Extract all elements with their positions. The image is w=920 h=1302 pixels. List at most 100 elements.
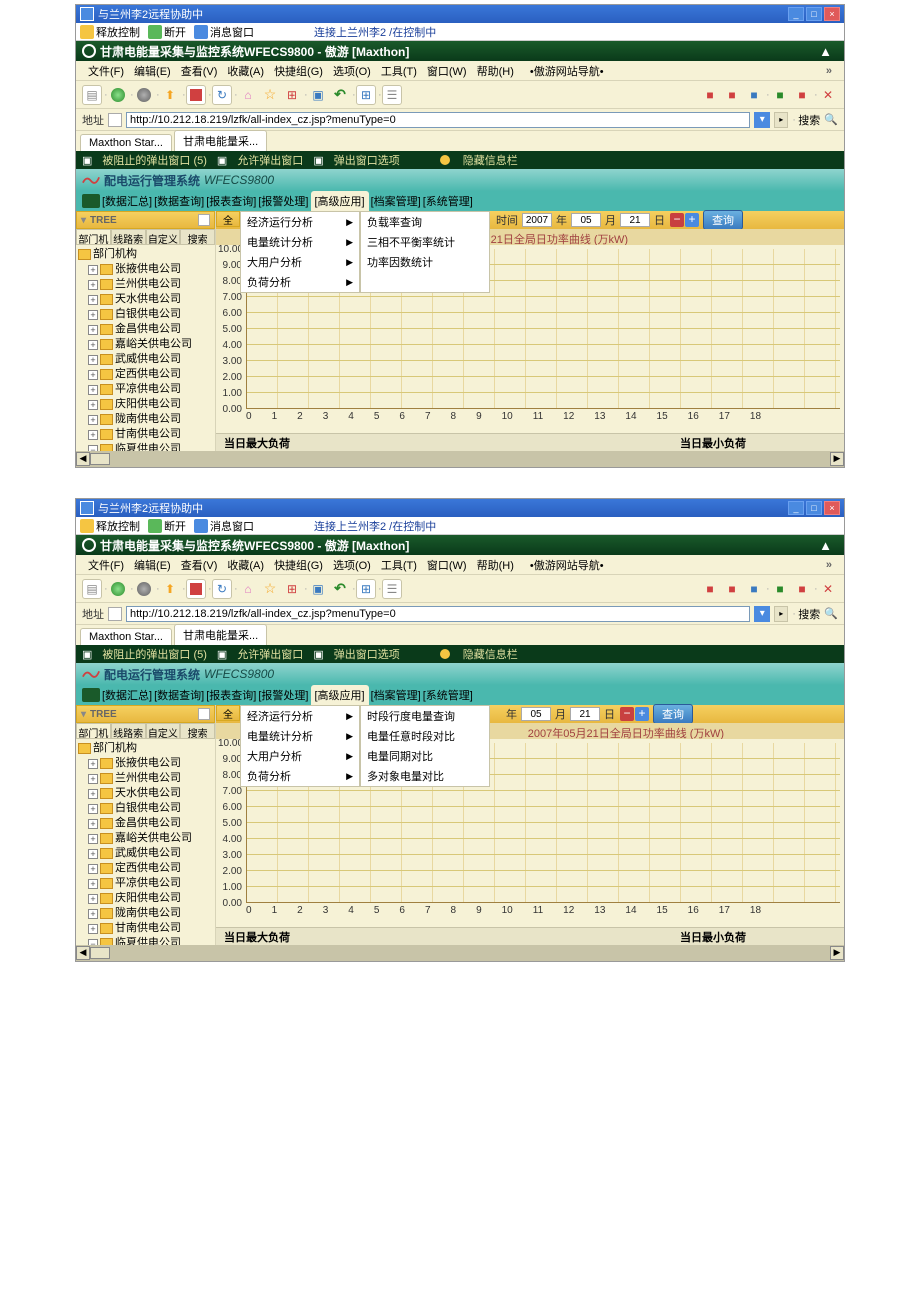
tile-button[interactable]: ⊞ [356,85,376,105]
step-plus[interactable]: + [635,707,649,721]
menu-tool[interactable]: 工具(T) [377,61,421,81]
ttab-3[interactable]: 搜索 [180,229,215,245]
sm-3[interactable]: [报警处理] [258,193,308,209]
tool-d[interactable]: ■ [770,85,790,105]
tree-root[interactable]: 部门机构 [78,741,213,756]
expand-icon[interactable]: + [88,924,98,934]
h-scrollbar[interactable]: ◀ ▶ [76,451,844,467]
expand-icon[interactable]: + [88,340,98,350]
tool-b[interactable]: ■ [722,85,742,105]
expand-icon[interactable]: + [88,430,98,440]
tree-item[interactable]: −临夏供电公司 [78,936,213,945]
expand-icon[interactable]: + [88,909,98,919]
disconnect[interactable]: 断开 [164,518,186,534]
stop-button[interactable] [186,85,206,105]
go-dropdown[interactable]: ▸ [774,606,788,622]
url-input[interactable] [126,606,750,622]
expand-icon[interactable]: + [88,385,98,395]
ttab-1[interactable]: 线路索引 [111,229,146,245]
menu-fav[interactable]: 收藏(A) [223,61,268,81]
go-dropdown[interactable]: ▸ [774,112,788,128]
tool-c[interactable]: ■ [744,85,764,105]
stop-button[interactable] [186,579,206,599]
menu-view[interactable]: 查看(V) [177,61,222,81]
dd1-2[interactable]: 大用户分析▶ [241,746,359,766]
message-window[interactable]: 消息窗口 [210,24,254,40]
close-button[interactable]: × [824,501,840,515]
menu-fav[interactable]: 收藏(A) [223,555,268,575]
undo-button[interactable]: ↶ [330,579,350,599]
step-plus[interactable]: + [685,213,699,227]
expand-icon[interactable]: + [88,864,98,874]
menu-group[interactable]: 快捷组(G) [270,61,327,81]
expand-icon[interactable]: + [88,789,98,799]
tree-item[interactable]: +平凉供电公司 [78,876,213,891]
tree-item[interactable]: +庆阳供电公司 [78,397,213,412]
tree-item[interactable]: +武威供电公司 [78,846,213,861]
back-button[interactable] [108,85,128,105]
tree-item[interactable]: +嘉峪关供电公司 [78,337,213,352]
expand-icon[interactable]: + [88,834,98,844]
popup-options[interactable]: 弹出窗口选项 [334,646,400,662]
tree-item[interactable]: +天水供电公司 [78,292,213,307]
dd1-2[interactable]: 大用户分析▶ [241,252,359,272]
fav-button[interactable]: ☆ [260,85,280,105]
menu-file[interactable]: 文件(F) [84,61,128,81]
expand-icon[interactable]: − [88,445,98,452]
scroll-left-button[interactable]: ◀ [76,452,90,466]
tab-1[interactable]: Maxthon Star... [80,628,172,645]
tool-e[interactable]: ■ [792,579,812,599]
tool-a[interactable]: ■ [700,579,720,599]
hide-infobar[interactable]: 隐藏信息栏 [463,152,518,168]
home-button[interactable]: ⌂ [238,579,258,599]
window-button[interactable]: ▣ [308,579,328,599]
url-input[interactable] [126,112,750,128]
sm-1[interactable]: [数据查询] [154,687,204,703]
dd1-1[interactable]: 电量统计分析▶ [241,726,359,746]
sm-2[interactable]: [报表查询] [206,193,256,209]
expand-icon[interactable]: + [88,804,98,814]
expand-icon[interactable]: + [88,325,98,335]
refresh-button[interactable]: ↻ [212,85,232,105]
sm-4[interactable]: [高级应用] [311,191,369,211]
menu-group[interactable]: 快捷组(G) [270,555,327,575]
sm-5[interactable]: [档案管理] [371,687,421,703]
tree-item[interactable]: +定西供电公司 [78,861,213,876]
expand-icon[interactable]: + [88,774,98,784]
step-minus[interactable]: − [670,213,684,227]
popup-blocked[interactable]: 被阻止的弹出窗口 (5) [102,646,207,662]
sm-0[interactable]: [数据汇总] [102,193,152,209]
popup-blocked[interactable]: 被阻止的弹出窗口 (5) [102,152,207,168]
sm-1[interactable]: [数据查询] [154,193,204,209]
query-button[interactable]: 查询 [653,704,693,724]
expand-icon[interactable]: + [88,280,98,290]
minimize-button[interactable]: _ [788,7,804,21]
tree-item[interactable]: +金昌供电公司 [78,322,213,337]
expand-icon[interactable]: + [88,849,98,859]
dd2b-0[interactable]: 时段行度电量查询 [361,706,489,726]
tree-item[interactable]: +甘南供电公司 [78,921,213,936]
go-button[interactable]: ▾ [754,606,770,622]
sm-0[interactable]: [数据汇总] [102,687,152,703]
tree-item[interactable]: +兰州供电公司 [78,771,213,786]
message-window[interactable]: 消息窗口 [210,518,254,534]
scroll-right-button[interactable]: ▶ [830,946,844,960]
sm-6[interactable]: [系统管理] [423,687,473,703]
query-button[interactable]: 查询 [703,210,743,230]
tab-2[interactable]: 甘肃电能量采... [174,130,267,151]
tree-item[interactable]: +陇南供电公司 [78,412,213,427]
maximize-button[interactable]: □ [806,7,822,21]
scroll-thumb[interactable] [90,453,110,465]
tool-f[interactable]: ✕ [818,579,838,599]
h-scrollbar[interactable]: ◀ ▶ [76,945,844,961]
all-button[interactable]: 全 [216,211,240,227]
menu-view[interactable]: 查看(V) [177,555,222,575]
menu-more[interactable]: » [822,557,836,573]
all-button[interactable]: 全 [216,705,240,721]
dd2a-2[interactable]: 功率因数统计 [361,252,489,272]
minimize-button[interactable]: _ [788,501,804,515]
tree-collapse[interactable] [198,708,210,720]
sm-4[interactable]: [高级应用] [311,685,369,705]
tree-item[interactable]: +甘南供电公司 [78,427,213,442]
fav-button[interactable]: ☆ [260,579,280,599]
